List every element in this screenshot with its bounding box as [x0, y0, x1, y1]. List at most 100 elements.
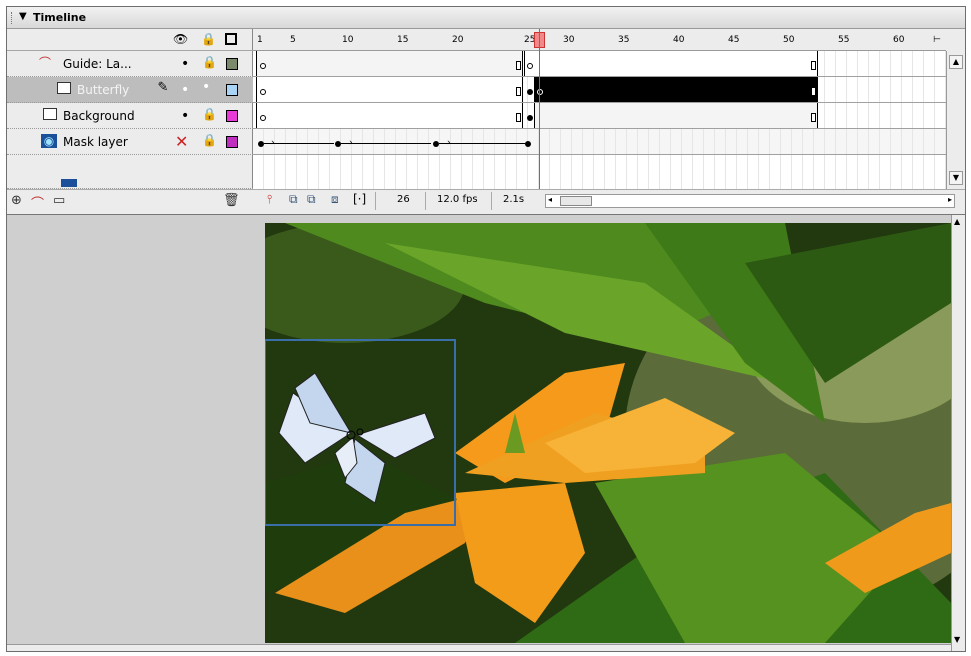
frame-span — [256, 51, 523, 76]
frame-ruler[interactable]: 1 5 10 15 20 25 30 35 40 45 50 55 60 ⊢ — [253, 29, 946, 51]
visibility-dot-icon[interactable]: • — [181, 82, 189, 98]
tween-arrow-icon: › — [349, 138, 353, 148]
outline-all-icon[interactable] — [225, 33, 237, 45]
frame-span — [524, 51, 818, 76]
blank-keyframe[interactable] — [260, 89, 266, 95]
panel-grip-handle[interactable] — [11, 12, 13, 24]
elapsed-time-readout: 2.1s — [503, 194, 525, 205]
frame-track-butterfly[interactable] — [253, 77, 946, 103]
keyframe[interactable] — [335, 141, 341, 147]
separator — [491, 192, 492, 210]
delete-layer-icon[interactable]: 🗑 — [223, 193, 240, 208]
stage-horizontal-scrollbar[interactable] — [7, 644, 951, 651]
lock-dot-icon[interactable]: • — [202, 79, 210, 95]
ruler-tick: 10 — [342, 35, 354, 45]
current-frame-readout: 26 — [397, 194, 410, 205]
modify-onion-markers-icon[interactable]: [·] — [353, 192, 366, 206]
frame-track-partial[interactable] — [253, 155, 946, 189]
layer-color-swatch[interactable] — [226, 136, 238, 148]
keyframe[interactable] — [433, 141, 439, 147]
panel-title: Timeline — [33, 11, 87, 24]
end-frame-marker — [516, 61, 521, 70]
scroll-down-icon[interactable]: ▼ — [954, 635, 960, 644]
onion-skin-icon[interactable]: ⧉ — [289, 192, 298, 207]
frame-track-background[interactable] — [253, 103, 946, 129]
frame-rate-readout[interactable]: 12.0 fps — [437, 194, 478, 205]
frame-track-mask[interactable]: › › › — [253, 129, 946, 155]
keyframe[interactable] — [527, 89, 533, 95]
edit-multiple-frames-icon[interactable]: ⧈ — [331, 192, 339, 207]
center-frame-icon[interactable]: ⊢ — [933, 35, 941, 45]
scroll-left-icon[interactable]: ◂ — [548, 195, 552, 204]
ruler-tick: 5 — [290, 35, 296, 45]
add-layer-icon[interactable]: ⊕ — [11, 193, 22, 208]
lock-all-icon[interactable]: 🔒 — [201, 32, 216, 46]
masked-layer-icon — [61, 179, 77, 187]
ruler-tick: 30 — [563, 35, 575, 45]
collapse-arrow-icon[interactable]: ▼ — [19, 11, 27, 22]
layer-color-swatch[interactable] — [226, 58, 238, 70]
layer-row-mask[interactable]: ◉ Mask layer ✕ 🔒 — [7, 129, 253, 155]
visibility-dot-icon[interactable]: • — [181, 56, 189, 72]
layer-toolbar: ⊕ ⌒ ▭ 🗑 — [7, 189, 253, 212]
layer-name: Background — [63, 109, 135, 123]
layer-color-swatch[interactable] — [226, 110, 238, 122]
stage-vertical-scrollbar[interactable]: ▲ ▼ — [951, 215, 965, 651]
layer-name: Mask layer — [63, 135, 128, 149]
motion-tween-line — [439, 143, 525, 144]
guide-layer-icon: ⌒ — [38, 56, 51, 70]
lock-icon[interactable]: 🔒 — [202, 133, 217, 147]
keyframe[interactable] — [258, 141, 264, 147]
layer-row-guide[interactable]: ⌒ Guide: La... • 🔒 — [7, 51, 253, 77]
layer-color-swatch[interactable] — [226, 84, 238, 96]
lock-icon[interactable]: 🔒 — [202, 55, 217, 69]
blank-keyframe[interactable] — [527, 63, 533, 69]
layer-icon — [57, 82, 71, 94]
frame-track-guide[interactable] — [253, 51, 946, 77]
separator — [425, 192, 426, 210]
blank-keyframe[interactable] — [537, 89, 543, 95]
ruler-tick: 60 — [893, 35, 905, 45]
ruler-tick: 40 — [673, 35, 685, 45]
layer-row-butterfly[interactable]: Butterfly ✎ • • — [7, 77, 253, 103]
timeline-vertical-scrollbar[interactable]: ▲ ▼ — [946, 51, 965, 189]
stage-area: ▲ ▼ — [7, 214, 965, 651]
frames-grid[interactable]: 1 5 10 15 20 25 30 35 40 45 50 55 60 ⊢ ›… — [253, 29, 946, 189]
center-playhead-icon[interactable]: ⫯ — [267, 192, 272, 207]
visibility-dot-icon[interactable]: • — [181, 108, 189, 124]
layer-row-background[interactable]: Background • 🔒 — [7, 103, 253, 129]
lock-icon[interactable]: 🔒 — [202, 107, 217, 121]
blank-keyframe[interactable] — [260, 115, 266, 121]
mask-layer-icon: ◉ — [41, 134, 57, 148]
scroll-up-icon[interactable]: ▲ — [954, 217, 960, 226]
playhead-line — [539, 29, 540, 189]
timeline-status-bar: ⫯ ⧉ ⧉ ⧈ [·] 26 12.0 fps 2.1s ◂ ▸ — [253, 189, 965, 212]
tween-arrow-icon: › — [447, 138, 451, 148]
end-frame-marker — [516, 87, 521, 96]
keyframe[interactable] — [525, 141, 531, 147]
frame-span — [256, 103, 523, 128]
ruler-tick: 45 — [728, 35, 740, 45]
layer-row-partial[interactable] — [7, 155, 253, 189]
keyframe[interactable] — [527, 115, 533, 121]
scroll-down-icon[interactable]: ▼ — [949, 171, 963, 185]
show-hide-all-eye-icon[interactable]: 👁 — [173, 32, 188, 46]
layer-name: Guide: La... — [63, 57, 132, 71]
ruler-tick: 1 — [257, 35, 263, 45]
onion-skin-outlines-icon[interactable]: ⧉ — [307, 192, 316, 207]
timeline-window: ▼ Timeline 👁 🔒 ⌒ Guide: La... • 🔒 Butter… — [6, 6, 966, 652]
frame-span — [256, 77, 523, 102]
scroll-thumb[interactable] — [560, 196, 592, 206]
add-guide-layer-icon[interactable]: ⌒ — [31, 193, 44, 212]
blank-keyframe[interactable] — [260, 63, 266, 69]
frame-span — [534, 103, 818, 128]
pencil-icon: ✎ — [157, 80, 169, 95]
hidden-x-icon[interactable]: ✕ — [175, 132, 188, 151]
stage-canvas[interactable] — [265, 223, 951, 643]
frames-horizontal-scrollbar[interactable]: ◂ ▸ — [545, 194, 955, 208]
scroll-up-icon[interactable]: ▲ — [949, 55, 963, 69]
timeline-panel-header[interactable]: ▼ Timeline — [7, 7, 965, 29]
add-folder-icon[interactable]: ▭ — [53, 193, 65, 208]
scroll-right-icon[interactable]: ▸ — [948, 195, 952, 204]
layers-panel: 👁 🔒 ⌒ Guide: La... • 🔒 Butterfly ✎ • • B… — [7, 29, 253, 212]
